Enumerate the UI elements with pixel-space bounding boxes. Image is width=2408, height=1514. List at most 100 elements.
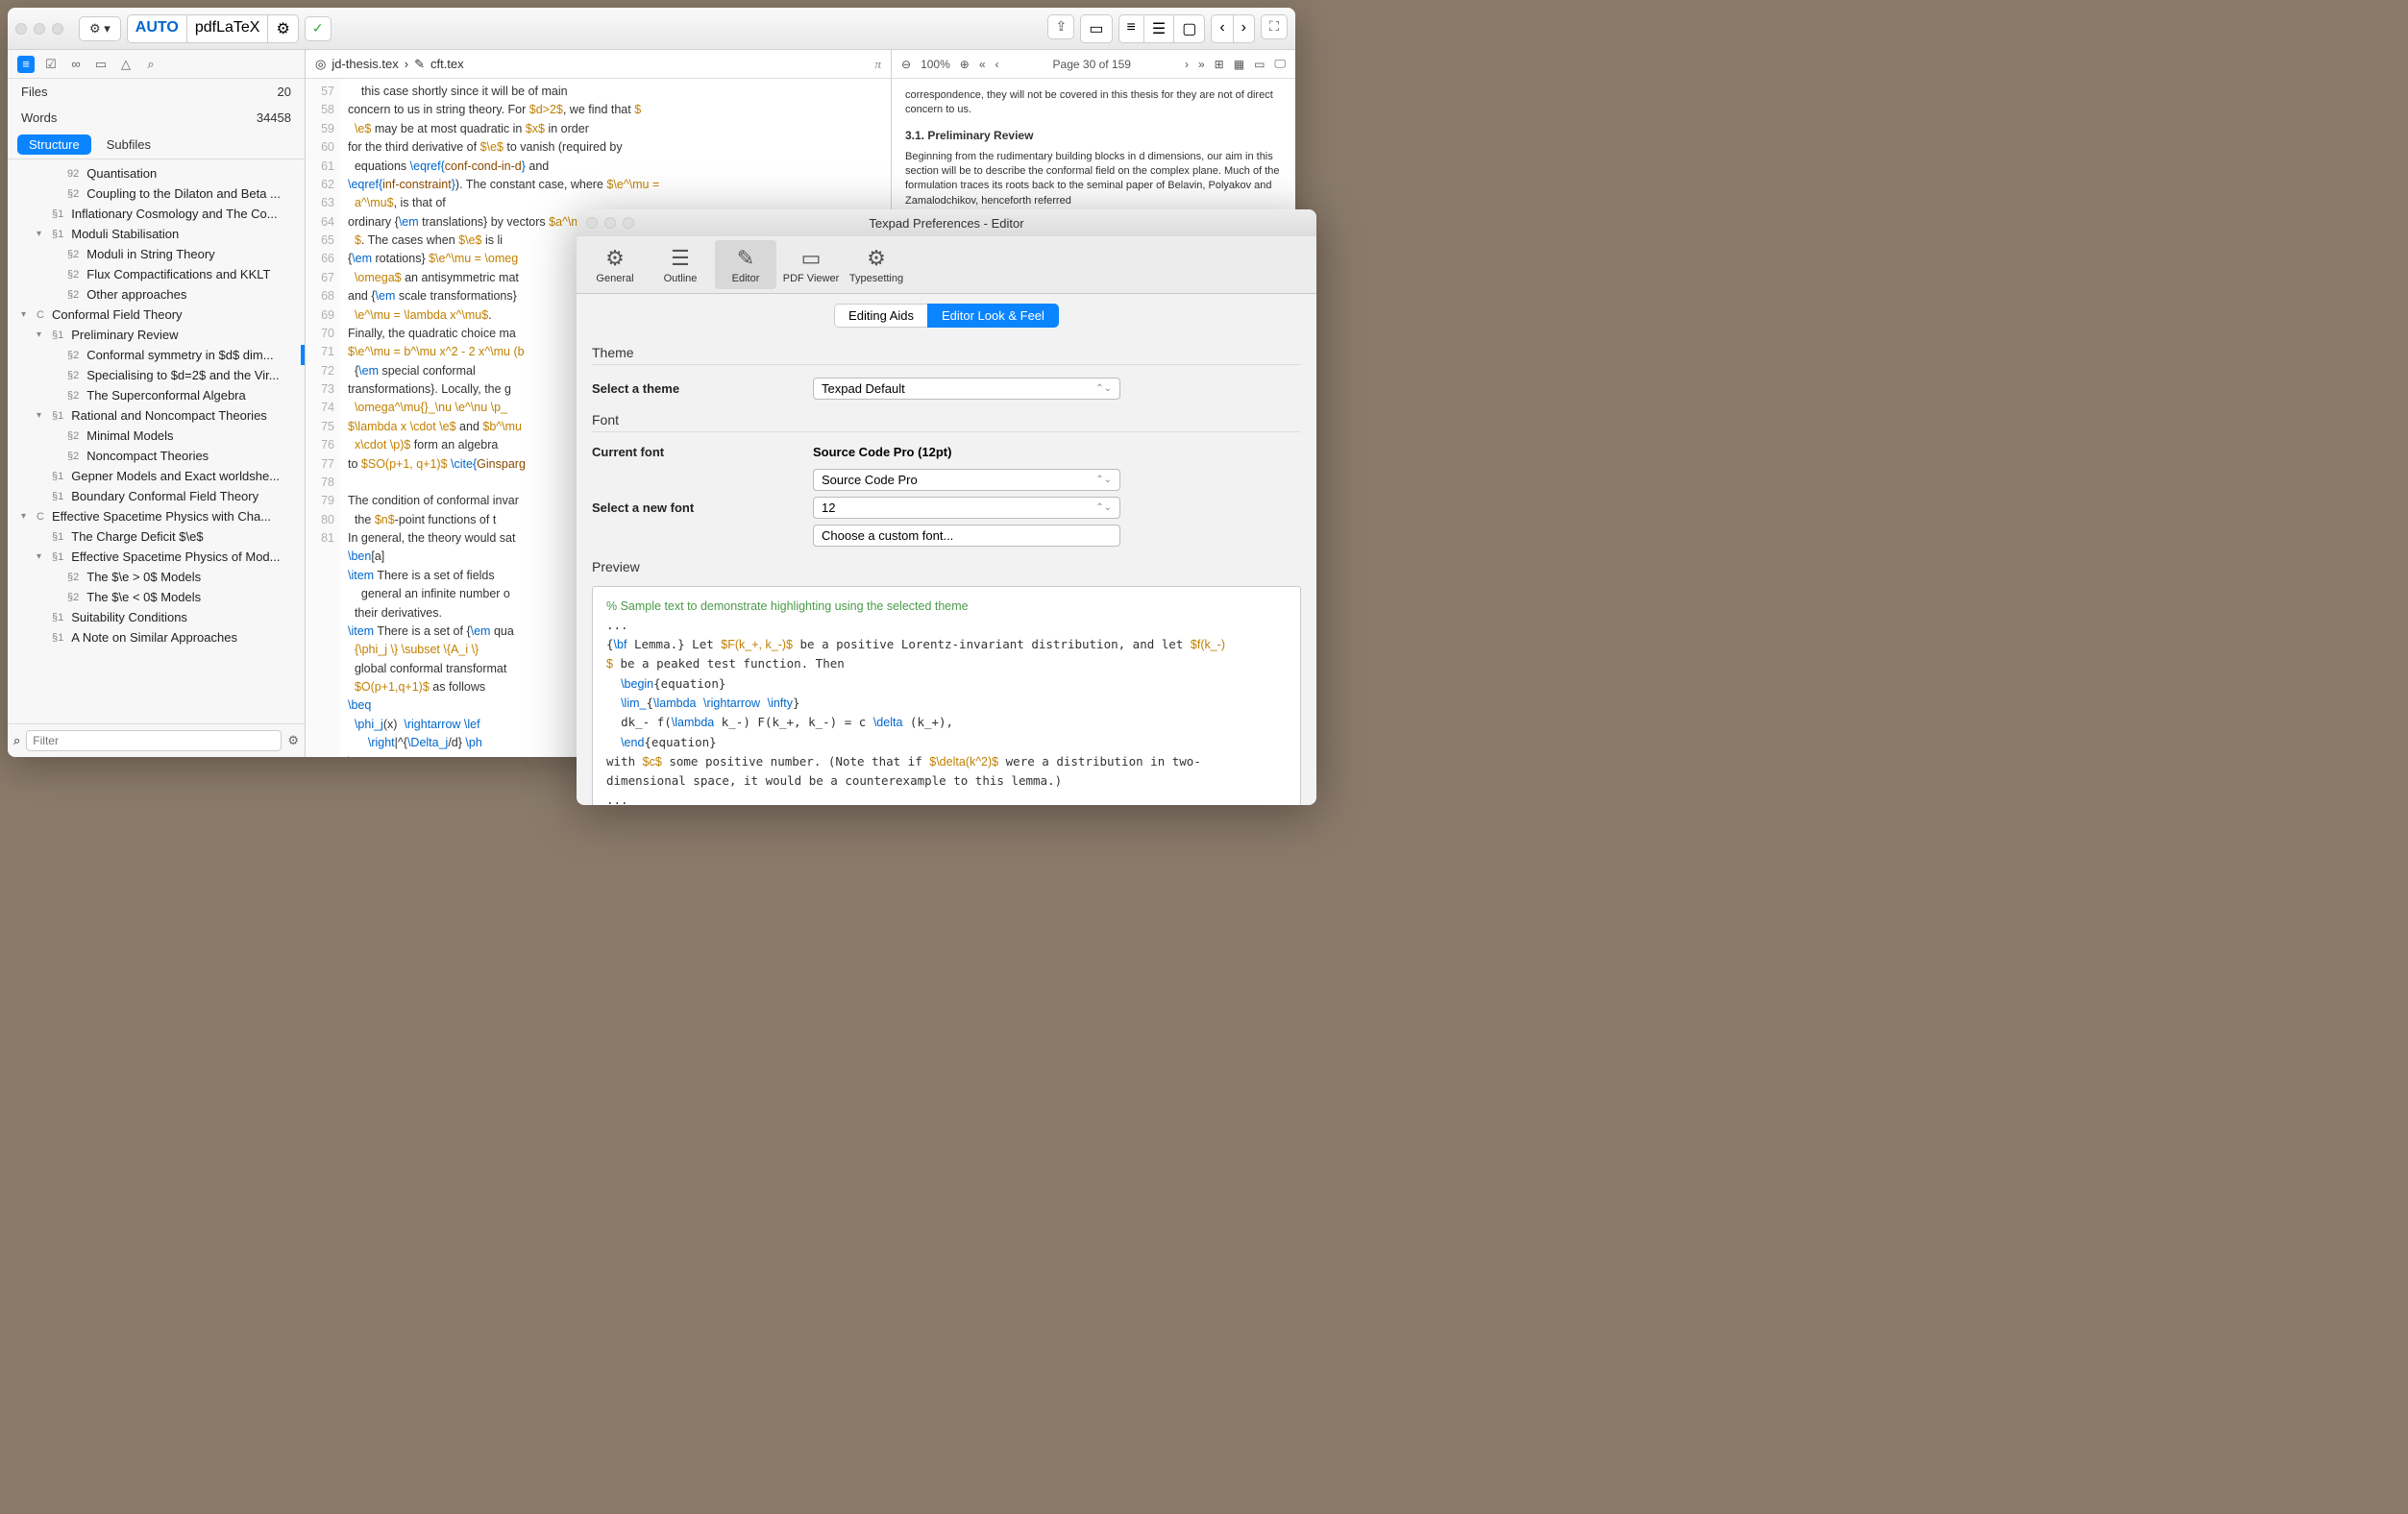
outline-item[interactable]: ▾CConformal Field Theory xyxy=(8,305,305,325)
layout-segment-2[interactable]: ≡☰▢ xyxy=(1118,14,1206,43)
prefs-tab-general[interactable]: ⚙︎General xyxy=(584,240,646,289)
outline-item[interactable]: §2Specialising to $d=2$ and the Vir... xyxy=(8,365,305,385)
titlebar: ⚙︎ ▾ AUTO pdfLaTeX ⚙︎ ✓ ⇪ ▭ ≡☰▢ ‹› ⛶ xyxy=(8,8,1295,50)
link-icon[interactable]: ∞ xyxy=(67,56,85,73)
preview-heading: Preview xyxy=(592,551,1301,578)
zoom-out-icon[interactable]: ⊖ xyxy=(901,58,911,71)
theme-label: Select a theme xyxy=(592,381,813,396)
outline-item[interactable]: 92Quantisation xyxy=(8,163,305,183)
filter-input[interactable] xyxy=(26,730,282,751)
tab-subfiles[interactable]: Subfiles xyxy=(95,134,162,155)
outline-item[interactable]: §2The Superconformal Algebra xyxy=(8,385,305,405)
include-icon: ✎ xyxy=(414,57,425,72)
pdf-display-icon[interactable]: 🖵 xyxy=(1274,57,1286,71)
prefs-tab-outline[interactable]: ☰Outline xyxy=(650,240,711,289)
sidebar: ≡ ☑ ∞ ▭ △ ⌕ Files20 Words34458 Structure… xyxy=(8,50,306,757)
outline-item[interactable]: §2Flux Compactifications and KKLT xyxy=(8,264,305,284)
typeset-engine[interactable]: pdfLaTeX xyxy=(187,15,269,42)
zoom-value: 100% xyxy=(921,58,950,71)
share-icon[interactable]: ⇪ xyxy=(1047,14,1074,39)
outline-item[interactable]: ▾§1Effective Spacetime Physics of Mod... xyxy=(8,547,305,567)
outline-item[interactable]: §2The $\e > 0$ Models xyxy=(8,567,305,587)
settings-gear-button[interactable]: ⚙︎ ▾ xyxy=(79,16,121,41)
filter-gear-icon[interactable]: ⚙︎ xyxy=(287,733,299,748)
search-icon[interactable]: ⌕ xyxy=(142,56,160,73)
font-size-select[interactable]: 12⌃⌄ xyxy=(813,497,1120,519)
zoom-dot[interactable] xyxy=(52,23,63,35)
custom-font-button[interactable]: Choose a custom font... xyxy=(813,525,1120,547)
prefs-toolbar: ⚙︎General ☰Outline ✎Editor ▭PDF Viewer ⚙… xyxy=(577,236,1316,294)
theme-heading: Theme xyxy=(592,337,1301,365)
outline-list[interactable]: 92Quantisation§2Coupling to the Dilaton … xyxy=(8,159,305,723)
pdf-back-icon[interactable]: « xyxy=(979,58,986,71)
folder-icon[interactable]: ▭ xyxy=(92,56,110,73)
outline-item[interactable]: §1Gepner Models and Exact worldshe... xyxy=(8,466,305,486)
theme-select[interactable]: Texpad Default⌃⌄ xyxy=(813,378,1120,400)
outline-item[interactable]: ▾§1Moduli Stabilisation xyxy=(8,224,305,244)
select-font-label: Select a new font xyxy=(592,501,813,515)
prefs-body: Theme Select a theme Texpad Default⌃⌄ Fo… xyxy=(577,337,1316,805)
editor-breadcrumb[interactable]: ◎ jd-thesis.tex › ✎ cft.tex π xyxy=(306,50,891,79)
font-heading: Font xyxy=(592,404,1301,432)
typeset-gear-icon[interactable]: ⚙︎ xyxy=(268,15,297,42)
sidebar-tabs: Structure Subfiles xyxy=(8,131,305,159)
breadcrumb-file-1[interactable]: jd-thesis.tex xyxy=(332,57,398,71)
typeset-auto[interactable]: AUTO xyxy=(128,15,187,42)
pdf-grid-icon[interactable]: ⊞ xyxy=(1215,58,1224,71)
filter-icon: ⌕ xyxy=(13,733,20,748)
prefs-tab-editor[interactable]: ✎Editor xyxy=(715,240,776,289)
zoom-in-icon[interactable]: ⊕ xyxy=(960,58,970,71)
font-name-select[interactable]: Source Code Pro⌃⌄ xyxy=(813,469,1120,491)
pdf-intro: correspondence, they will not be covered… xyxy=(905,88,1282,118)
minimize-dot[interactable] xyxy=(34,23,45,35)
sidebar-stats: Files20 Words34458 xyxy=(8,79,305,131)
outline-item[interactable]: §2Noncompact Theories xyxy=(8,446,305,466)
breadcrumb-file-2[interactable]: cft.tex xyxy=(430,57,464,71)
prefs-subtabs: Editing Aids Editor Look & Feel xyxy=(577,294,1316,337)
outline-item[interactable]: §2Coupling to the Dilaton and Beta ... xyxy=(8,183,305,204)
nav-segment[interactable]: ‹› xyxy=(1211,14,1255,43)
current-font-label: Current font xyxy=(592,445,813,459)
outline-item[interactable]: §2Other approaches xyxy=(8,284,305,305)
close-dot[interactable] xyxy=(15,23,27,35)
window-traffic-lights[interactable] xyxy=(15,23,63,35)
doc-icon: ◎ xyxy=(315,57,326,72)
outline-item[interactable]: ▾§1Rational and Noncompact Theories xyxy=(8,405,305,426)
outline-icon[interactable]: ≡ xyxy=(17,56,35,73)
tab-structure[interactable]: Structure xyxy=(17,134,91,155)
prefs-tab-pdf[interactable]: ▭PDF Viewer xyxy=(780,240,842,289)
layout-segment-1[interactable]: ▭ xyxy=(1080,14,1112,43)
list-icon: ☰ xyxy=(671,246,690,271)
typeset-segment: AUTO pdfLaTeX ⚙︎ xyxy=(127,14,299,43)
pdf-toolbar: ⊖ 100% ⊕ « ‹ Page 30 of 159 › » ⊞ ▦ ▭ 🖵 xyxy=(892,50,1295,79)
pdf-next-icon[interactable]: › xyxy=(1185,58,1189,71)
warning-icon[interactable]: △ xyxy=(117,56,135,73)
prefs-tab-typesetting[interactable]: ⚙︎Typesetting xyxy=(846,240,907,289)
pdf-paragraph: Beginning from the rudimentary building … xyxy=(905,150,1282,209)
outline-item[interactable]: §1Inflationary Cosmology and The Co... xyxy=(8,204,305,224)
pdf-prev-icon[interactable]: ‹ xyxy=(995,58,999,71)
pdf-present-icon[interactable]: ▭ xyxy=(1254,58,1265,71)
edit-icon: ✎ xyxy=(737,246,754,271)
pdf-section-heading: 3.1. Preliminary Review xyxy=(905,128,1282,144)
pdf-thumbs-icon[interactable]: ▦ xyxy=(1234,58,1244,71)
outline-item[interactable]: §2Conformal symmetry in $d$ dim... xyxy=(8,345,305,365)
outline-item[interactable]: ▾CEffective Spacetime Physics with Cha..… xyxy=(8,506,305,526)
subtab-editing-aids[interactable]: Editing Aids xyxy=(834,304,927,328)
outline-item[interactable]: ▾§1Preliminary Review xyxy=(8,325,305,345)
typeset-status-icon[interactable]: ✓ xyxy=(305,16,332,41)
current-font-value: Source Code Pro (12pt) xyxy=(813,445,1301,459)
outline-item[interactable]: §2Moduli in String Theory xyxy=(8,244,305,264)
outline-item[interactable]: §2The $\e < 0$ Models xyxy=(8,587,305,607)
subtab-look-feel[interactable]: Editor Look & Feel xyxy=(927,304,1059,328)
math-mode-icon[interactable]: π xyxy=(874,57,881,72)
outline-item[interactable]: §1The Charge Deficit $\e$ xyxy=(8,526,305,547)
outline-item[interactable]: §1Suitability Conditions xyxy=(8,607,305,627)
outline-item[interactable]: §1Boundary Conformal Field Theory xyxy=(8,486,305,506)
outline-item[interactable]: §2Minimal Models xyxy=(8,426,305,446)
pdf-fwd-icon[interactable]: » xyxy=(1198,58,1205,71)
outline-item[interactable]: §1A Note on Similar Approaches xyxy=(8,627,305,647)
todo-icon[interactable]: ☑ xyxy=(42,56,60,73)
fullscreen-icon[interactable]: ⛶ xyxy=(1261,14,1288,39)
preferences-window: Texpad Preferences - Editor ⚙︎General ☰O… xyxy=(577,209,1316,805)
